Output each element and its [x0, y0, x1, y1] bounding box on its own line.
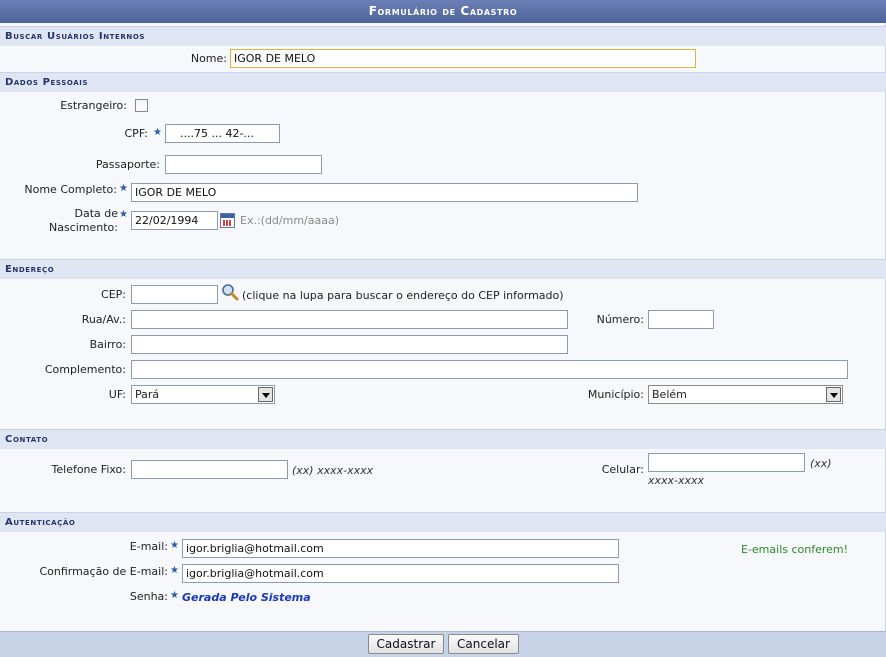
cpf-required-star-icon: ★ [153, 127, 162, 138]
celular-input[interactable] [648, 453, 805, 472]
celular-label: Celular: [601, 463, 644, 476]
cadastrar-button[interactable]: Cadastrar [368, 634, 444, 654]
chevron-down-icon[interactable] [258, 387, 273, 402]
nome-label: Nome: [190, 52, 227, 65]
senha-value: Gerada Pelo Sistema [182, 591, 311, 604]
telefone-label: Telefone Fixo: [51, 463, 126, 476]
cep-label: CEP: [101, 288, 126, 301]
complemento-input[interactable] [131, 360, 848, 379]
email-label: E-mail: [129, 540, 168, 553]
confirm-email-input[interactable]: igor.briglia@hotmail.com [182, 564, 619, 583]
emails-match-message: E-emails conferem! [741, 543, 849, 556]
section-contato-header: Contato [0, 429, 886, 449]
cadastro-form: Formulário de Cadastro Buscar Usuários I… [0, 0, 886, 657]
numero-label: Número: [596, 313, 644, 326]
email-input[interactable]: igor.briglia@hotmail.com [182, 539, 619, 558]
uf-select[interactable]: Pará [131, 385, 275, 404]
confirm-email-required-star-icon: ★ [170, 565, 179, 576]
estrangeiro-checkbox[interactable] [135, 99, 148, 112]
form-actions-bar: Cadastrar Cancelar [0, 631, 886, 657]
senha-required-star-icon: ★ [170, 590, 179, 601]
municipio-label: Município: [587, 388, 644, 401]
section-pessoais-header: Dados Pessoais [0, 72, 886, 92]
cpf-label: CPF: [124, 127, 149, 140]
bairro-input[interactable] [131, 335, 568, 354]
section-endereco-header: Endereço [0, 259, 886, 279]
nome-completo-required-star-icon: ★ [119, 183, 128, 194]
nome-completo-label: Nome Completo: [24, 183, 117, 196]
passaporte-input[interactable] [165, 155, 322, 174]
confirm-email-label: Confirmação de E-mail: [39, 565, 168, 578]
nascimento-label: Data de Nascimento: [48, 207, 118, 234]
municipio-selected-value: Belém [652, 388, 687, 401]
senha-label: Senha: [129, 590, 168, 603]
chevron-down-icon[interactable] [826, 387, 841, 402]
uf-selected-value: Pará [135, 388, 160, 401]
cpf-input[interactable]: ....75 ... 42-... [165, 124, 280, 143]
nome-completo-input[interactable]: IGOR DE MELO [131, 183, 638, 202]
section-autenticacao-header: Autenticação [0, 512, 886, 532]
nascimento-format-hint: Ex.:(dd/mm/aaaa) [240, 214, 340, 227]
rua-label: Rua/Av.: [81, 313, 126, 326]
email-required-star-icon: ★ [170, 540, 179, 551]
nome-search-input[interactable]: IGOR DE MELO [230, 49, 696, 68]
nascimento-required-star-icon: ★ [119, 209, 128, 220]
passaporte-label: Passaporte: [95, 158, 160, 171]
cep-hint: (clique na lupa para buscar o endereço d… [242, 289, 564, 302]
nascimento-input[interactable]: 22/02/1994 [131, 211, 218, 230]
municipio-select[interactable]: Belém [648, 385, 843, 404]
celular-format-hint-part2: xxxx-xxxx [648, 474, 705, 487]
section-buscar-header: Buscar Usuários Internos [0, 26, 886, 46]
rua-input[interactable] [131, 310, 568, 329]
uf-label: UF: [108, 388, 126, 401]
cep-input[interactable] [131, 285, 218, 304]
calendar-icon[interactable] [220, 213, 235, 228]
estrangeiro-label: Estrangeiro: [60, 99, 127, 112]
cancelar-button[interactable]: Cancelar [448, 634, 519, 654]
telefone-input[interactable] [131, 460, 288, 479]
celular-format-hint-part1: (xx) [810, 457, 832, 470]
complemento-label: Complemento: [44, 363, 126, 376]
form-title: Formulário de Cadastro [0, 0, 886, 23]
numero-input[interactable] [648, 310, 714, 329]
magnifier-icon[interactable] [221, 283, 239, 301]
bairro-label: Bairro: [89, 338, 126, 351]
telefone-format-hint: (xx) xxxx-xxxx [292, 464, 374, 477]
